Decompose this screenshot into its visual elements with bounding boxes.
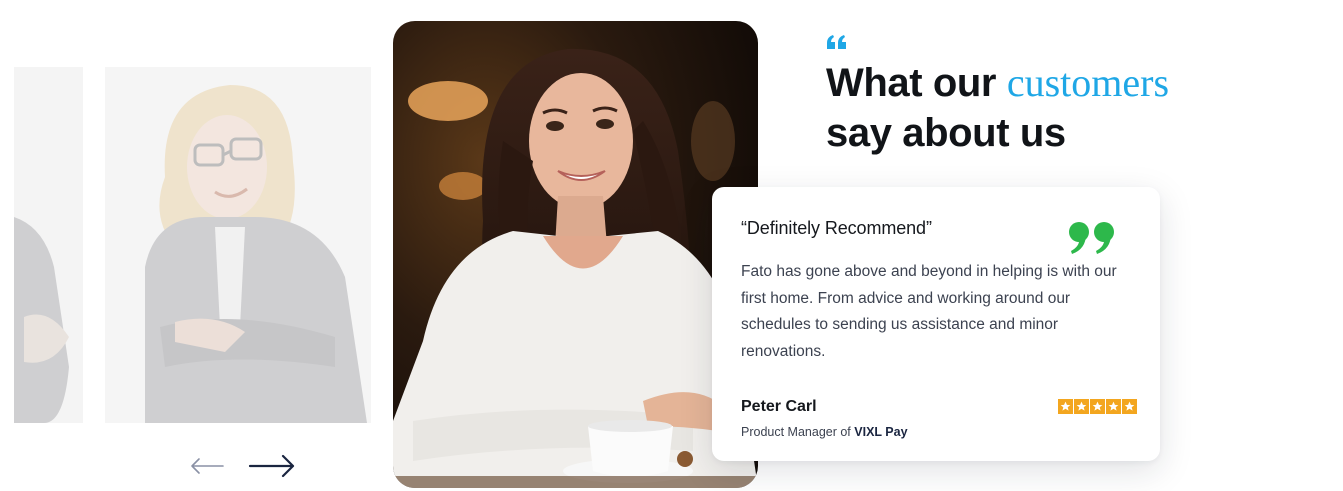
reviewer-company: VIXL Pay <box>854 425 908 439</box>
review-card: “Definitely Recommend” Fato has gone abo… <box>712 187 1160 461</box>
arrow-left-icon <box>191 458 224 474</box>
quote-close-icon <box>1069 222 1114 254</box>
testimonial-photo-active[interactable] <box>393 21 758 488</box>
star-icon <box>1106 399 1121 414</box>
carousel-prev-button[interactable] <box>188 450 226 482</box>
heading-prefix: What our <box>826 61 997 105</box>
star-icon <box>1074 399 1089 414</box>
heading-suffix: say about us <box>826 111 1066 155</box>
testimonial-photo-previous[interactable] <box>105 67 371 423</box>
reviewer-role-prefix: Product Manager of <box>741 425 851 439</box>
star-icon <box>1122 399 1137 414</box>
review-title: “Definitely Recommend” <box>741 218 932 238</box>
reviewer-role: Product Manager of VIXL Pay <box>741 425 908 439</box>
reviewer-name: Peter Carl <box>741 398 817 415</box>
star-icon <box>1058 399 1073 414</box>
arrow-right-icon <box>248 454 295 478</box>
carousel-next-button[interactable] <box>246 450 298 482</box>
star-icon <box>1090 399 1105 414</box>
heading-accent: customers <box>1006 60 1170 105</box>
testimonial-photo-previous-partial[interactable] <box>14 67 83 423</box>
quote-open-icon <box>827 35 846 49</box>
review-body: Fato has gone above and beyond in helpin… <box>741 263 1117 360</box>
section-heading: What our customers say about us <box>826 58 1246 158</box>
star-rating <box>1058 399 1137 414</box>
